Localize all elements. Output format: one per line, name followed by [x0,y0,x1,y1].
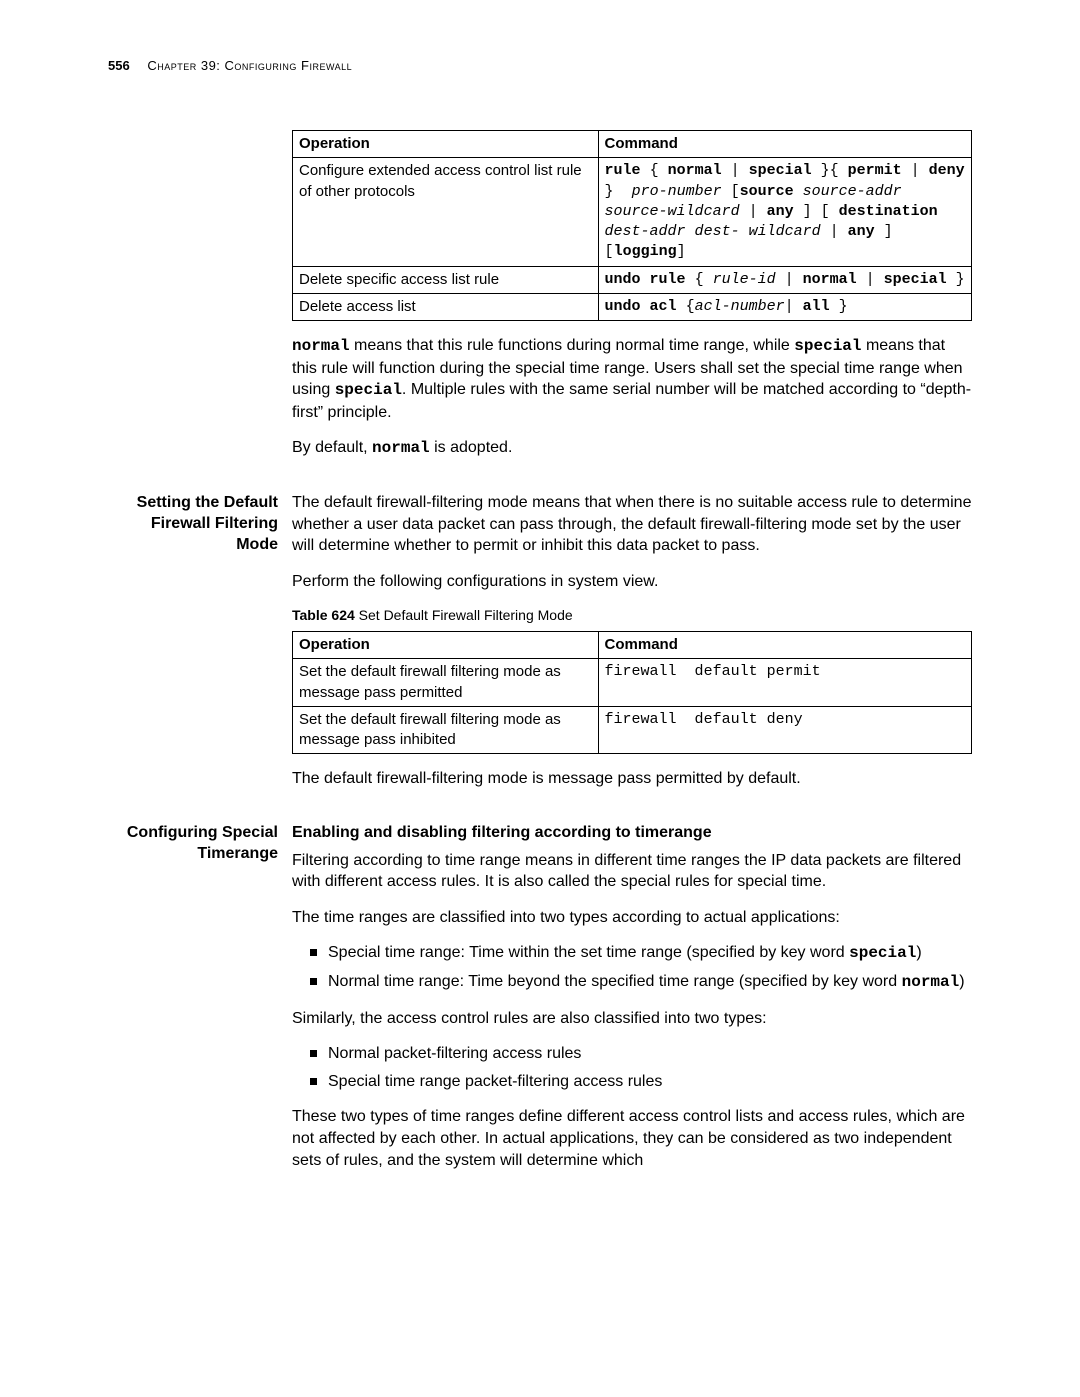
para-tr4: These two types of time ranges define di… [292,1106,972,1171]
side-timerange: Configuring Special Timerange [108,822,292,1171]
block-default-mode: Setting the Default Firewall Filtering M… [108,492,972,804]
cell-op: Configure extended access control list r… [293,158,599,266]
table-row: Set the default firewall filtering mode … [293,659,972,707]
cell-cmd: undo rule { rule-id | normal | special } [598,266,971,293]
page-header: 556 Chapter 39: Configuring Firewall [108,58,352,73]
list-time-types: Special time range: Time within the set … [292,942,972,993]
cell-op: Set the default firewall filtering mode … [293,706,599,754]
list-item: Normal time range: Time beyond the speci… [310,971,972,994]
default-mode-table: Operation Command Set the default firewa… [292,631,972,754]
list-item: Special time range packet-filtering acce… [310,1071,972,1093]
th-operation: Operation [293,131,599,158]
subhead-enable-disable: Enabling and disabling filtering accordi… [292,822,972,844]
cell-op: Delete access list [293,293,599,320]
block-timerange: Configuring Special Timerange Enabling a… [108,822,972,1171]
para-tr1: Filtering according to time range means … [292,850,972,893]
cell-op: Delete specific access list rule [293,266,599,293]
block-acl-table: Operation Command Configure extended acc… [108,130,972,474]
list-item: Special time range: Time within the set … [310,942,972,965]
para-normal-special: normal means that this rule functions du… [292,335,972,423]
table-row: Configure extended access control list r… [293,158,972,266]
cell-cmd: firewall default permit [598,659,971,707]
th-operation: Operation [293,632,599,659]
cell-cmd: firewall default deny [598,706,971,754]
list-rule-types: Normal packet-filtering access rules Spe… [292,1043,972,1092]
content: Operation Command Configure extended acc… [108,130,972,1171]
acl-table: Operation Command Configure extended acc… [292,130,972,321]
page: 556 Chapter 39: Configuring Firewall Ope… [0,0,1080,1397]
table-row: Delete access list undo acl {acl-number|… [293,293,972,320]
para-default-summary: The default firewall-filtering mode is m… [292,768,972,790]
table-caption: Table 624 Set Default Firewall Filtering… [292,606,972,625]
th-command: Command [598,131,971,158]
table-row: Delete specific access list rule undo ru… [293,266,972,293]
table-row: Set the default firewall filtering mode … [293,706,972,754]
th-command: Command [598,632,971,659]
side-empty [108,130,292,474]
cell-cmd: undo acl {acl-number| all } [598,293,971,320]
para-tr3: Similarly, the access control rules are … [292,1008,972,1030]
cell-cmd: rule { normal | special }{ permit | deny… [598,158,971,266]
list-item: Normal packet-filtering access rules [310,1043,972,1065]
para-default-normal: By default, normal is adopted. [292,437,972,460]
para-perform: Perform the following configurations in … [292,571,972,593]
chapter-label: Chapter 39: Configuring Firewall [147,58,352,73]
side-default-mode: Setting the Default Firewall Filtering M… [108,492,292,804]
cell-op: Set the default firewall filtering mode … [293,659,599,707]
para-tr2: The time ranges are classified into two … [292,907,972,929]
para-default-mode-desc: The default firewall-filtering mode mean… [292,492,972,557]
page-number: 556 [108,58,130,73]
